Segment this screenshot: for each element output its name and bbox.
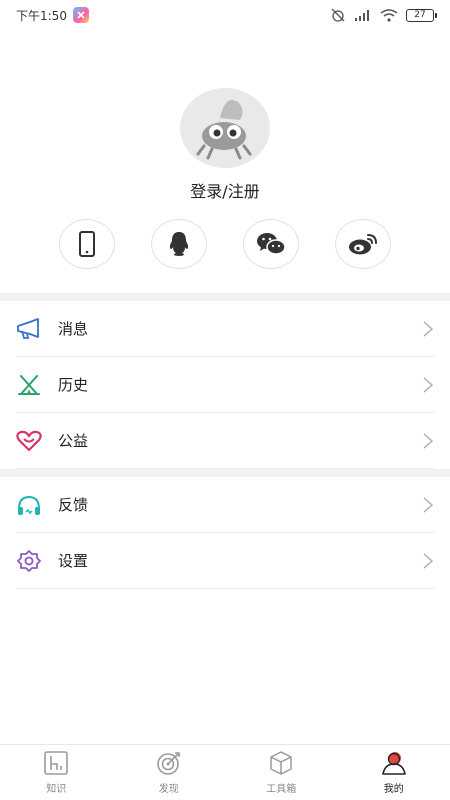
phone-login-button[interactable] [59, 219, 115, 269]
login-register-link[interactable]: 登录/注册 [0, 178, 450, 202]
menu-item-settings[interactable]: 设置 [16, 533, 434, 589]
avatar[interactable] [180, 88, 270, 168]
qq-icon [169, 232, 189, 256]
megaphone-icon [16, 316, 42, 342]
chevron-right-icon [423, 377, 434, 393]
wechat-login-button[interactable] [243, 219, 299, 269]
book-icon [44, 751, 69, 775]
tab-discover[interactable]: 发现 [113, 745, 226, 800]
weibo-login-button[interactable] [335, 219, 391, 269]
box-icon [270, 751, 292, 775]
section-divider [0, 469, 450, 477]
chevron-right-icon [423, 553, 434, 569]
menu-label-messages: 消息 [58, 320, 89, 338]
user-icon [381, 752, 406, 775]
tab-label-discover: 发现 [158, 784, 179, 795]
bottom-tab-bar: 知识 发现 工具箱 我的 [0, 744, 450, 800]
menu-label-history: 历史 [58, 376, 89, 394]
menu-group-primary: 消息 历史 公益 [0, 301, 450, 469]
wifi-icon [380, 8, 398, 22]
wechat-icon [257, 233, 286, 255]
headphones-icon [16, 492, 42, 518]
battery-indicator: 27 [406, 8, 437, 22]
status-right: 27 [330, 8, 437, 22]
status-bar: 下午1:50 27 [0, 0, 450, 30]
tent-icon [16, 372, 42, 398]
tab-label-mine: 我的 [383, 784, 404, 795]
gear-icon [16, 548, 42, 574]
tab-toolbox[interactable]: 工具箱 [225, 745, 338, 800]
social-login-row [0, 219, 450, 271]
chevron-right-icon [423, 497, 434, 513]
hermit-crab-avatar-icon [180, 88, 270, 168]
tab-label-toolbox: 工具箱 [266, 784, 297, 795]
signal-icon [355, 10, 369, 21]
menu-item-messages[interactable]: 消息 [16, 301, 434, 357]
alarm-off-icon [331, 8, 345, 22]
menu-label-charity: 公益 [58, 432, 89, 450]
weibo-icon [349, 234, 377, 255]
tab-label-knowledge: 知识 [46, 784, 67, 795]
chevron-right-icon [423, 433, 434, 449]
menu-label-settings: 设置 [58, 552, 89, 570]
section-divider [0, 293, 450, 301]
qq-login-button[interactable] [151, 219, 207, 269]
menu-label-feedback: 反馈 [58, 496, 89, 514]
target-icon [156, 752, 180, 775]
tab-mine[interactable]: 我的 [338, 745, 450, 800]
menu-item-history[interactable]: 历史 [16, 357, 434, 413]
menu-group-secondary: 反馈 设置 [0, 477, 450, 589]
chevron-right-icon [423, 321, 434, 337]
app-notification-icon [72, 7, 89, 23]
status-time: 下午1:50 [16, 8, 67, 23]
tab-knowledge[interactable]: 知识 [0, 745, 113, 800]
status-left: 下午1:50 [16, 7, 89, 24]
phone-icon [79, 231, 95, 257]
menu-item-charity[interactable]: 公益 [16, 413, 434, 469]
menu-item-feedback[interactable]: 反馈 [16, 477, 434, 533]
heart-icon [16, 428, 42, 454]
